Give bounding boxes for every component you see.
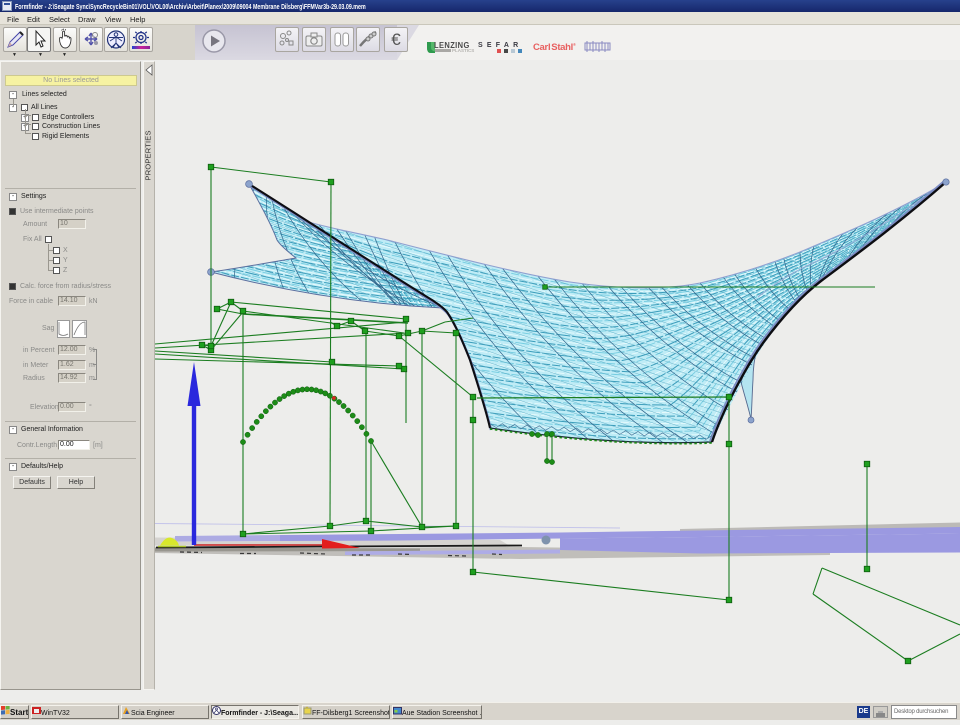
svg-text:€: €	[391, 30, 401, 49]
